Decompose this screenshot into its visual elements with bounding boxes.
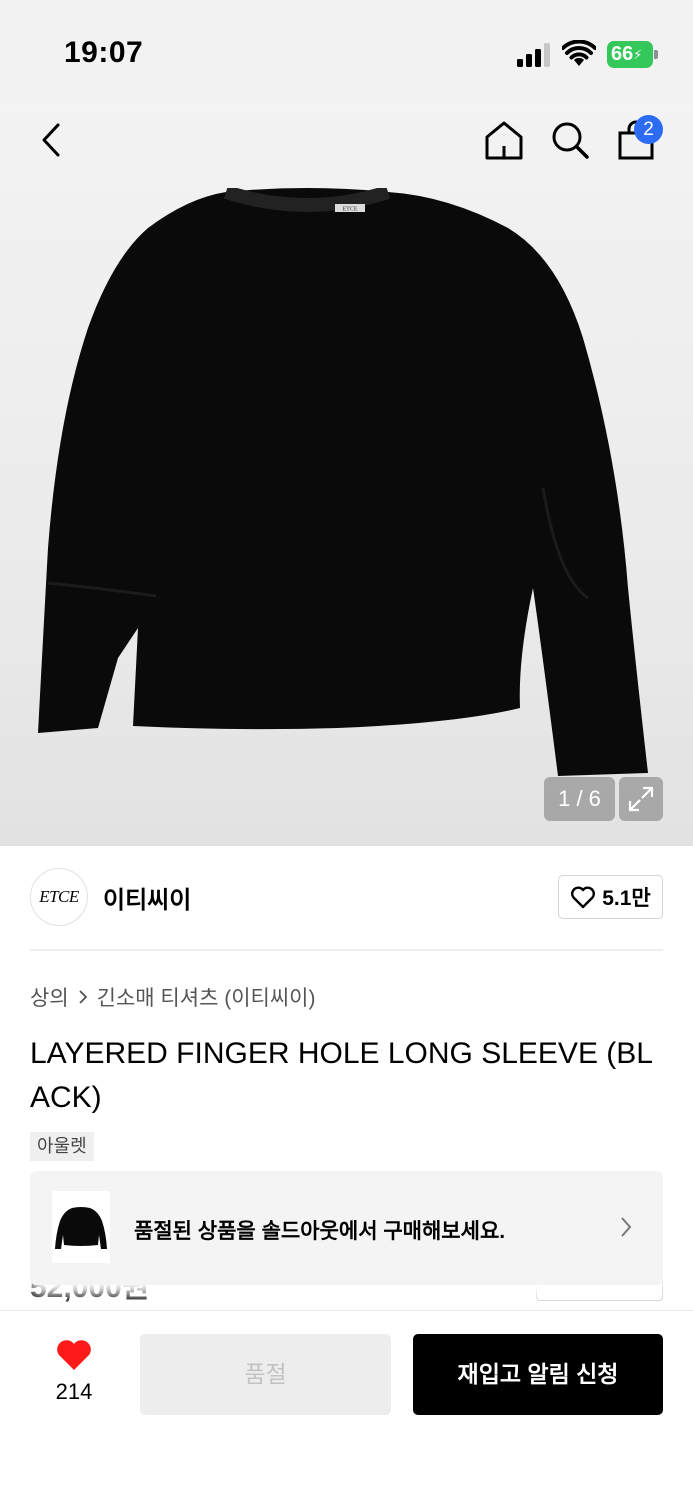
status-bar: 19:07 66⚡ (0, 0, 693, 100)
brand-like-button[interactable]: 5.1만 (558, 875, 663, 919)
breadcrumb-category[interactable]: 상의 (30, 982, 69, 1012)
outlet-tag: 아울렛 (30, 1132, 94, 1161)
heart-outline-icon (571, 886, 596, 909)
restock-alert-button[interactable]: 재입고 알림 신청 (413, 1334, 663, 1415)
search-icon (552, 122, 589, 159)
banner-product-thumbnail (52, 1191, 110, 1263)
brand-name[interactable]: 이티씨이 (103, 880, 191, 915)
soldout-banner-text: 품절된 상품을 솔드아웃에서 구매해보세요. (134, 1220, 506, 1243)
brand-like-count: 5.1만 (602, 887, 651, 910)
battery-icon: 66⚡ (607, 41, 659, 68)
brand-logo[interactable]: ETCE (30, 868, 88, 926)
soldout-banner[interactable]: 품절된 상품을 솔드아웃에서 구매해보세요. (30, 1171, 663, 1285)
search-button[interactable] (548, 118, 592, 162)
heart-filled-icon (57, 1340, 91, 1370)
breadcrumb-subcategory[interactable]: 긴소매 티셔츠 (이티씨이) (97, 982, 316, 1012)
home-icon (485, 121, 523, 160)
divider (30, 949, 663, 951)
wifi-icon (562, 40, 596, 66)
cart-count-badge: 2 (634, 115, 663, 144)
image-page-indicator: 1 / 6 (544, 777, 615, 821)
expand-icon (628, 786, 654, 812)
soldout-button[interactable]: 품절 (140, 1334, 391, 1415)
chevron-left-icon (42, 123, 60, 157)
status-time: 19:07 (64, 36, 144, 69)
cellular-signal-icon (517, 43, 550, 67)
battery-level: 66 (611, 43, 634, 65)
product-image: ETCE (38, 188, 648, 776)
wishlist-count: 214 (55, 1379, 93, 1404)
shirt-label-text: ETCE (343, 207, 358, 213)
expand-image-button[interactable] (619, 777, 663, 821)
chevron-right-icon (79, 990, 87, 1004)
product-title: LAYERED FINGER HOLE LONG SLEEVE (BLACK) (30, 1037, 653, 1114)
chevron-right-icon (621, 1217, 632, 1237)
wishlist-button[interactable]: 214 (44, 1338, 104, 1405)
back-button[interactable] (30, 118, 74, 162)
home-button[interactable] (482, 118, 526, 162)
breadcrumb: 상의 긴소매 티셔츠 (이티씨이) (30, 982, 316, 1012)
